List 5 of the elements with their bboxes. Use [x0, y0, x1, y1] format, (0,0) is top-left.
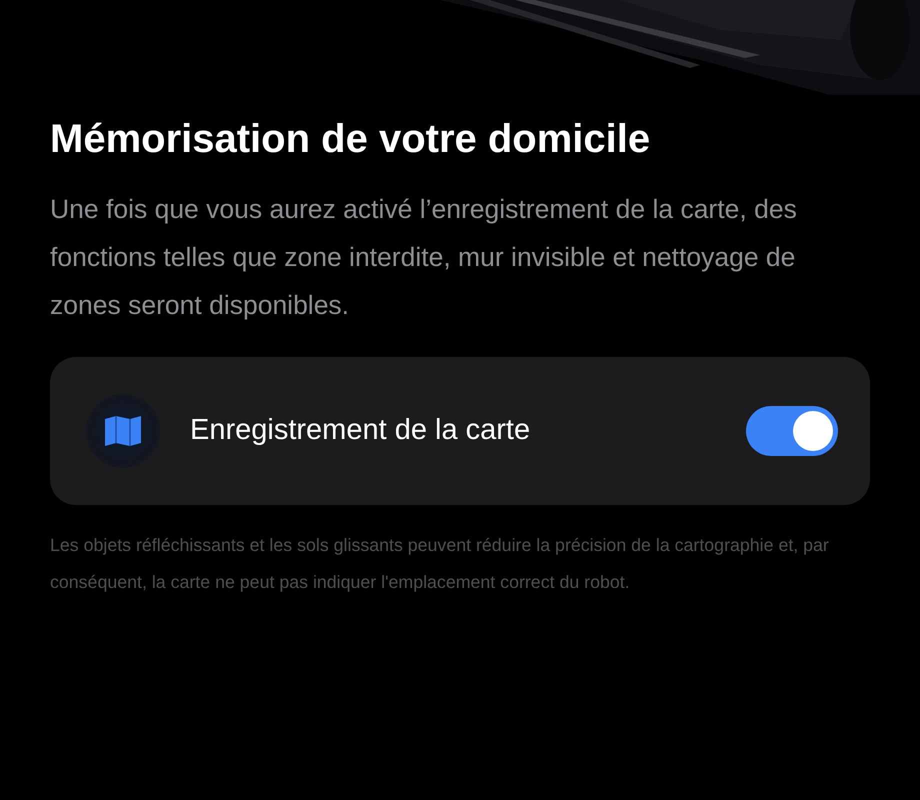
note-text: Les objets réfléchissants et les sols glissants peuvent réduire la précision de la cartographie et, par conséquent, la carte ne peut pas indiquer l'emplacement correct du robot.	[50, 534, 830, 594]
toggle-switch[interactable]	[746, 406, 838, 456]
page-title: Mémorisation de votre domicile	[50, 116, 652, 163]
description-text: Une fois que vous aurez activé l’enregistrement de la carte, des fonctions telles que zone interdite, mur invisible et nettoyage de zones seront disponibles.	[50, 193, 798, 322]
setting-label: Enregistrement de la carte	[190, 413, 530, 448]
